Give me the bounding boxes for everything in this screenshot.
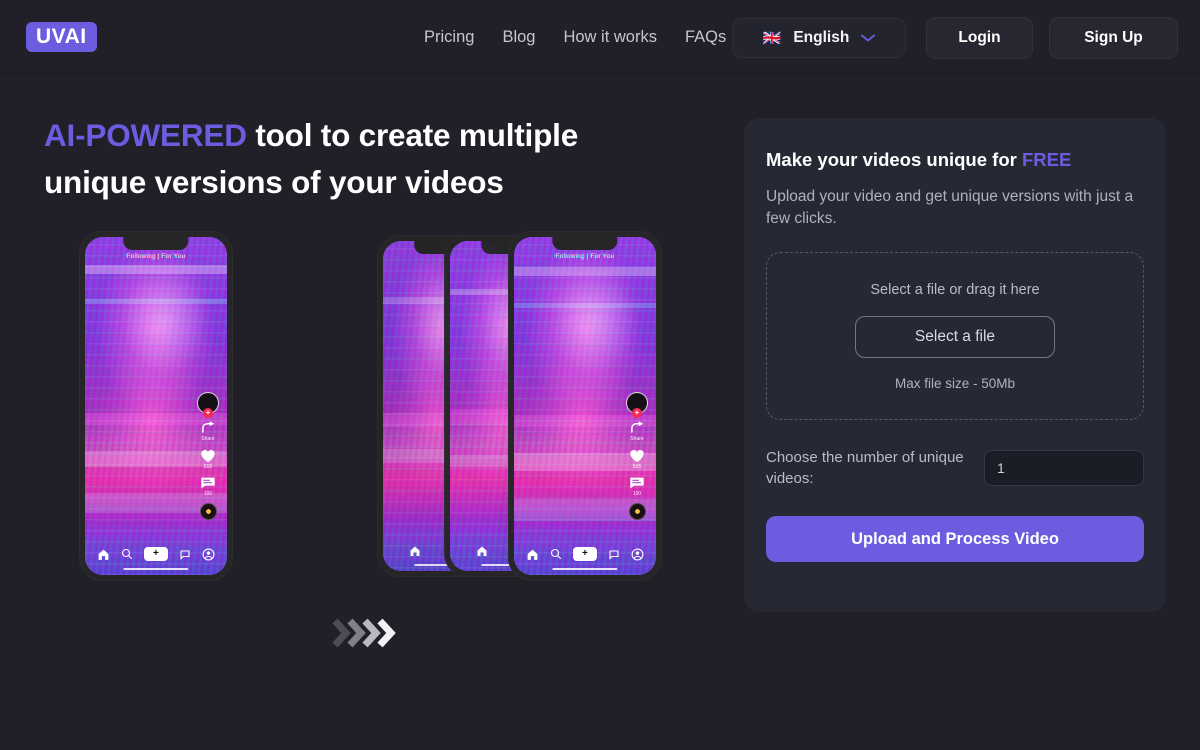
phone-notch (123, 237, 189, 250)
card-title-main: Make your videos unique for (766, 149, 1022, 170)
nav-item-pricing[interactable]: Pricing (424, 26, 474, 48)
comment-count: 100 (632, 491, 642, 498)
max-file-size-note: Max file size - 50Mb (894, 375, 1016, 391)
share-icon (201, 421, 214, 434)
landing-page: UVAI Pricing Blog How it works FAQs 🇬🇧 E… (0, 0, 1200, 750)
nav-item-faqs[interactable]: FAQs (685, 26, 726, 48)
language-selector[interactable]: 🇬🇧 English (732, 18, 906, 58)
music-disc-icon (199, 503, 217, 521)
card-title-free: FREE (1021, 149, 1072, 170)
search-icon[interactable] (550, 548, 562, 560)
heart-icon (630, 450, 644, 463)
comment-action[interactable]: 100 (629, 476, 645, 497)
glitch-band (85, 299, 227, 304)
phone-screen: Following | For You + Share 555 100 + (514, 237, 656, 575)
phone-screen: Following | For You + Share 555 100 + (85, 237, 227, 575)
upload-card: Make your videos unique for FREE Upload … (744, 118, 1166, 612)
result-phone-mockup-front: Following | For You + Share 555 100 + (509, 232, 661, 580)
feed-tabs-label: Following | For You (126, 253, 186, 260)
profile-icon[interactable] (202, 548, 215, 561)
app-bottom-nav: + (85, 547, 227, 561)
nav-item-how-it-works[interactable]: How it works (563, 26, 657, 48)
comment-icon (630, 478, 644, 489)
site-header: UVAI Pricing Blog How it works FAQs 🇬🇧 E… (0, 0, 1200, 74)
music-disc-icon (628, 503, 646, 521)
profile-icon[interactable] (631, 548, 644, 561)
share-action[interactable]: Share (630, 420, 645, 442)
comment-count: 100 (203, 491, 213, 498)
create-video-button[interactable]: + (143, 547, 168, 561)
comment-action[interactable]: 100 (200, 476, 216, 497)
phone-notch (552, 237, 618, 250)
glitch-band (514, 267, 656, 276)
glitch-band (514, 303, 656, 308)
card-subtitle: Upload your video and get unique version… (766, 188, 1134, 227)
card-title: Make your videos unique for FREE (766, 148, 1144, 172)
create-video-button[interactable]: + (572, 547, 597, 561)
unique-videos-label: Choose the number of unique videos: (766, 449, 964, 487)
share-action[interactable]: Share (201, 420, 216, 442)
like-count: 555 (632, 464, 642, 471)
nav-item-blog[interactable]: Blog (502, 26, 535, 48)
follow-plus-icon[interactable]: + (632, 408, 642, 419)
inbox-icon[interactable] (179, 548, 191, 561)
comment-icon (201, 478, 215, 489)
feed-tabs-label: Following | For You (555, 253, 615, 260)
home-icon[interactable] (409, 545, 421, 557)
video-action-rail: + Share 555 100 (195, 392, 221, 521)
search-icon[interactable] (121, 548, 133, 560)
signup-button[interactable]: Sign Up (1049, 17, 1178, 59)
home-icon[interactable] (97, 548, 110, 561)
avatar[interactable]: + (197, 392, 219, 419)
headline-accent: AI-POWERED (44, 117, 247, 153)
video-action-rail: + Share 555 100 (624, 392, 650, 521)
like-action[interactable]: 555 (629, 448, 645, 470)
inbox-icon[interactable] (608, 548, 620, 561)
unique-videos-row: Choose the number of unique videos: (766, 447, 1144, 489)
like-action[interactable]: 555 (200, 448, 216, 470)
ios-home-indicator (552, 568, 618, 570)
source-phone-mockup: Following | For You + Share 555 100 + (80, 232, 232, 580)
language-label: English (793, 29, 850, 46)
share-label: Share (630, 436, 644, 443)
unique-videos-input[interactable] (984, 450, 1144, 486)
brand-logo[interactable]: UVAI (26, 22, 97, 52)
uk-flag-icon: 🇬🇧 (762, 29, 782, 47)
upload-and-process-button[interactable]: Upload and Process Video (766, 516, 1144, 562)
follow-plus-icon[interactable]: + (203, 408, 213, 419)
home-icon[interactable] (476, 545, 488, 557)
avatar[interactable]: + (626, 392, 648, 419)
page-title: AI-POWERED tool to create multiple uniqu… (44, 112, 684, 206)
select-file-button[interactable]: Select a file (855, 315, 1055, 358)
like-count: 555 (203, 464, 213, 471)
share-icon (630, 421, 643, 434)
chevron-down-icon (861, 34, 876, 42)
file-dropzone[interactable]: Select a file or drag it here Select a f… (766, 252, 1144, 420)
share-label: Share (201, 436, 215, 443)
home-icon[interactable] (526, 548, 539, 561)
hero-section: AI-POWERED tool to create multiple uniqu… (44, 112, 684, 206)
login-button[interactable]: Login (926, 17, 1033, 59)
heart-icon (201, 450, 215, 463)
main-nav: Pricing Blog How it works FAQs (424, 26, 726, 48)
phone-mockups: Following | For You + Share 555 100 + Fo… (60, 232, 690, 648)
ios-home-indicator (123, 568, 189, 570)
process-arrows-icon (332, 614, 398, 652)
dropzone-prompt: Select a file or drag it here (870, 281, 1040, 298)
glitch-band (85, 265, 227, 274)
app-bottom-nav: + (514, 547, 656, 561)
